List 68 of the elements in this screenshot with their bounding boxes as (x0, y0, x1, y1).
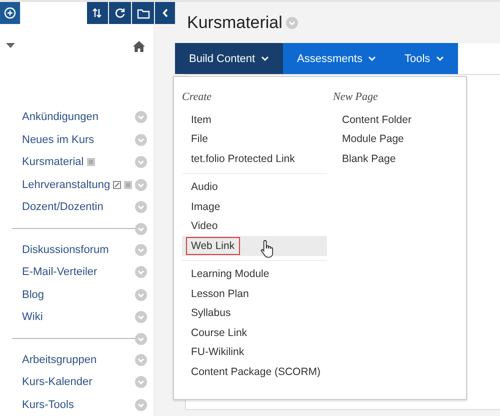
chevron-circle-icon[interactable] (135, 111, 147, 124)
caret-icon (368, 56, 376, 61)
menu-item[interactable]: Syllabus (186, 304, 236, 322)
menu-item[interactable]: Image (186, 198, 226, 216)
menu-tab[interactable]: Tools (390, 43, 458, 74)
menu-heading: New Page (333, 91, 379, 103)
folder-icon (136, 8, 150, 18)
page-title: Kursmaterial (187, 12, 282, 32)
chevron-circle-icon[interactable] (135, 354, 147, 366)
sidebar-link[interactable]: Kurs-Tools (22, 398, 74, 411)
refresh-button[interactable] (109, 2, 132, 24)
chevron-circle-icon[interactable] (135, 201, 147, 214)
chevron-circle-icon[interactable] (135, 156, 147, 168)
chevron-circle-icon[interactable] (135, 266, 147, 278)
menu-item[interactable]: File (186, 130, 213, 148)
menu-item[interactable]: Web Link (186, 236, 240, 255)
menu-tab[interactable]: Assessments (283, 43, 390, 74)
chevron-circle-icon[interactable] (135, 398, 147, 411)
caret-down-icon[interactable] (6, 43, 15, 49)
sidebar-link[interactable]: Lehrveranstaltung (22, 178, 110, 191)
chevron-circle-icon[interactable] (135, 222, 147, 234)
collapse-button[interactable] (155, 2, 176, 24)
menu-tab[interactable]: Build Content (175, 43, 284, 74)
up-down-arrows-icon (91, 7, 104, 19)
sort-button[interactable] (86, 2, 108, 24)
sidebar-link[interactable]: Kursmaterial (22, 156, 84, 168)
caret-icon (261, 56, 270, 61)
chevron-circle-icon[interactable] (135, 178, 147, 191)
menu-item[interactable]: tet.folio Protected Link (186, 150, 300, 168)
square-icon (124, 180, 132, 189)
sidebar-link[interactable]: Diskussionsforum (22, 244, 109, 256)
menu-item[interactable]: Module Page (337, 130, 409, 148)
plus-circle-icon (4, 7, 16, 19)
menu-item[interactable]: Course Link (186, 324, 252, 342)
home-icon[interactable] (133, 40, 145, 52)
sidebar-link[interactable]: Dozent/Dozentin (22, 201, 104, 214)
chevron-circle-icon[interactable] (135, 311, 147, 324)
square-icon (86, 158, 95, 166)
folder-button[interactable] (132, 2, 154, 24)
menu-item[interactable]: Content Folder (337, 110, 416, 129)
menu-item[interactable]: Item (186, 110, 216, 129)
chevron-circle-icon[interactable] (286, 16, 298, 28)
menu-item[interactable]: Lesson Plan (186, 284, 254, 303)
sidebar-link[interactable]: Wiki (22, 311, 43, 324)
menu-item[interactable]: Blank Page (337, 150, 401, 168)
sidebar-link[interactable]: Ankündigungen (22, 111, 98, 124)
hand-cursor-icon (260, 239, 276, 259)
menu-item[interactable]: Audio (186, 178, 223, 196)
sidebar-link[interactable]: E-Mail-Verteiler (22, 266, 98, 278)
edit-square-icon (113, 180, 122, 189)
caret-icon (436, 56, 444, 61)
refresh-icon (114, 7, 126, 19)
sidebar-link[interactable]: Arbeitsgruppen (22, 354, 97, 366)
chevron-circle-icon[interactable] (135, 134, 147, 146)
sidebar-link[interactable]: Kurs-Kalender (22, 376, 92, 388)
chevron-circle-icon[interactable] (135, 244, 147, 256)
menu-heading: Create (182, 91, 213, 103)
add-button[interactable] (0, 2, 20, 24)
menu-item[interactable]: Learning Module (186, 265, 274, 284)
menu-item[interactable]: Content Package (SCORM) (186, 362, 326, 381)
chevron-left-icon (162, 8, 169, 18)
chevron-circle-icon[interactable] (135, 288, 147, 301)
sidebar-link[interactable]: Neues im Kurs (22, 134, 94, 146)
menu-item[interactable]: FU-Wikilink (186, 343, 250, 362)
menu-item[interactable]: Video (186, 217, 223, 236)
chevron-circle-icon[interactable] (135, 332, 147, 344)
sidebar-link[interactable]: Blog (22, 288, 44, 301)
chevron-circle-icon[interactable] (135, 376, 147, 388)
